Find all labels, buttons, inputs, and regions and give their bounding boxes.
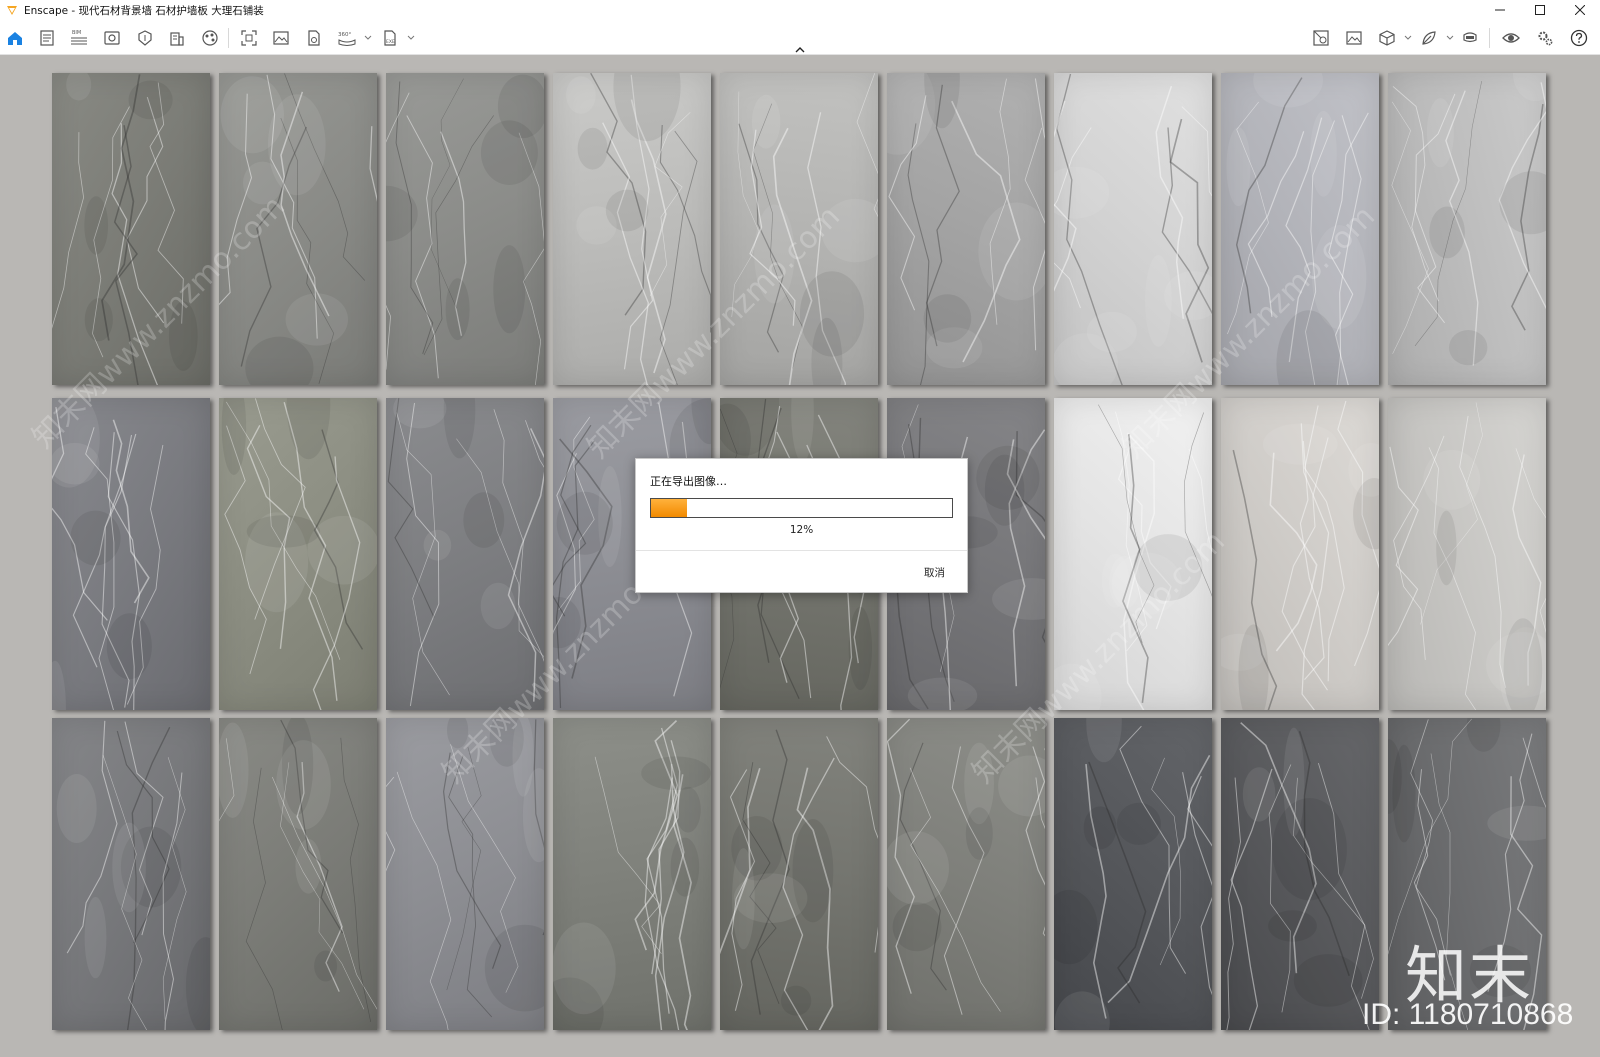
marble-slab: [1054, 718, 1212, 1030]
close-icon: [1575, 5, 1585, 15]
material-editor-button[interactable]: [199, 27, 221, 49]
progress-fill: [651, 499, 688, 517]
window-controls: [1480, 0, 1600, 20]
sketch-mode-button[interactable]: [1376, 27, 1398, 49]
render-image-button[interactable]: [270, 27, 292, 49]
live-update-icon: [1502, 33, 1520, 43]
toolbar-separator: [228, 28, 229, 48]
capture-icon: [1346, 31, 1362, 45]
export-exe-button[interactable]: EXE: [379, 27, 401, 49]
marble-slab: [1054, 398, 1212, 710]
help-button[interactable]: [1568, 27, 1590, 49]
marble-slab: [386, 73, 544, 385]
marble-slab: [52, 73, 210, 385]
maximize-icon: [1535, 5, 1545, 15]
marble-slab: [386, 718, 544, 1030]
render-image-icon: [273, 31, 289, 45]
marble-slab: [887, 73, 1045, 385]
dialog-title: 正在导出图像…: [650, 475, 727, 488]
asset-library-button[interactable]: [134, 27, 156, 49]
svg-text:BIM: BIM: [72, 30, 81, 36]
atmosphere-dropdown-icon[interactable]: [1446, 35, 1454, 41]
atmosphere-icon: [1422, 31, 1436, 45]
window-title: Enscape - 现代石材背景墙 石材护墙板 大理石铺装: [24, 4, 264, 17]
marble-slab: [1054, 73, 1212, 385]
svg-text:360°: 360°: [338, 32, 351, 38]
bim-button[interactable]: BIM: [68, 27, 90, 49]
marble-slab: [553, 73, 711, 385]
export-progress-dialog: 正在导出图像… 12% 取消: [635, 458, 968, 593]
home-button[interactable]: [4, 27, 26, 49]
visual-settings-icon: [1313, 30, 1329, 46]
batch-render-button[interactable]: [303, 27, 325, 49]
settings-icon: [1538, 31, 1553, 46]
marble-slab: [219, 398, 377, 710]
title-bar: Enscape - 现代石材背景墙 石材护墙板 大理石铺装: [0, 0, 1600, 20]
vr-headset-icon: [1463, 32, 1477, 43]
capture-button[interactable]: [1343, 27, 1365, 49]
home-icon: [8, 32, 22, 45]
sketch-dropdown-icon[interactable]: [1404, 35, 1412, 41]
maximize-button[interactable]: [1520, 0, 1560, 20]
marble-slab: [52, 398, 210, 710]
cancel-button[interactable]: 取消: [924, 565, 945, 580]
views-button[interactable]: [101, 27, 123, 49]
building-button[interactable]: [166, 27, 188, 49]
marble-slab: [720, 718, 878, 1030]
asset-library-icon: [138, 30, 152, 46]
visual-settings-button[interactable]: [1310, 27, 1332, 49]
marble-slab: [1221, 398, 1379, 710]
marble-slab: [1221, 73, 1379, 385]
marble-slab: [553, 718, 711, 1030]
panorama-dropdown-icon[interactable]: [364, 35, 372, 41]
live-update-button[interactable]: [1500, 27, 1522, 49]
sketch-mode-icon: [1379, 30, 1395, 46]
dialog-divider: [636, 550, 967, 551]
enscape-logo-icon: [7, 6, 17, 15]
material-editor-icon: [202, 30, 218, 46]
building-icon: [170, 32, 184, 46]
help-icon: [1570, 29, 1588, 47]
minimize-button[interactable]: [1480, 0, 1520, 20]
svg-text:EXE: EXE: [386, 39, 395, 45]
panorama-icon: 360°: [338, 32, 356, 46]
settings-button[interactable]: [1534, 27, 1556, 49]
project-info-icon: [40, 30, 54, 46]
minimize-icon: [1495, 9, 1505, 11]
marble-slab: [720, 73, 878, 385]
views-icon: [104, 31, 120, 45]
export-dropdown-icon[interactable]: [407, 35, 415, 41]
panorama-button[interactable]: 360°: [336, 27, 358, 49]
progress-percent-label: 12%: [789, 524, 814, 536]
marble-slab: [887, 718, 1045, 1030]
atmosphere-button[interactable]: [1418, 27, 1440, 49]
export-exe-icon: EXE: [384, 30, 396, 46]
collapse-toolbar-chevron-icon[interactable]: [794, 46, 806, 54]
marble-slab: [1388, 398, 1546, 710]
marble-slab: [219, 73, 377, 385]
screenshot-icon: [241, 30, 257, 46]
marble-slab: [1388, 718, 1546, 1030]
close-button[interactable]: [1560, 0, 1600, 20]
marble-slab: [1388, 73, 1546, 385]
marble-slab: [52, 718, 210, 1030]
marble-slab: [1221, 718, 1379, 1030]
screenshot-button[interactable]: [238, 27, 260, 49]
marble-row-3: [52, 718, 1552, 1030]
toolbar-separator: [1489, 28, 1490, 48]
project-info-button[interactable]: [36, 27, 58, 49]
vr-headset-button[interactable]: [1459, 27, 1481, 49]
marble-row-1: [52, 73, 1552, 385]
bim-icon: BIM: [71, 30, 87, 45]
export-progress-bar: [650, 498, 953, 518]
marble-slab: [386, 398, 544, 710]
marble-slab: [219, 718, 377, 1030]
batch-render-icon: [308, 30, 320, 46]
